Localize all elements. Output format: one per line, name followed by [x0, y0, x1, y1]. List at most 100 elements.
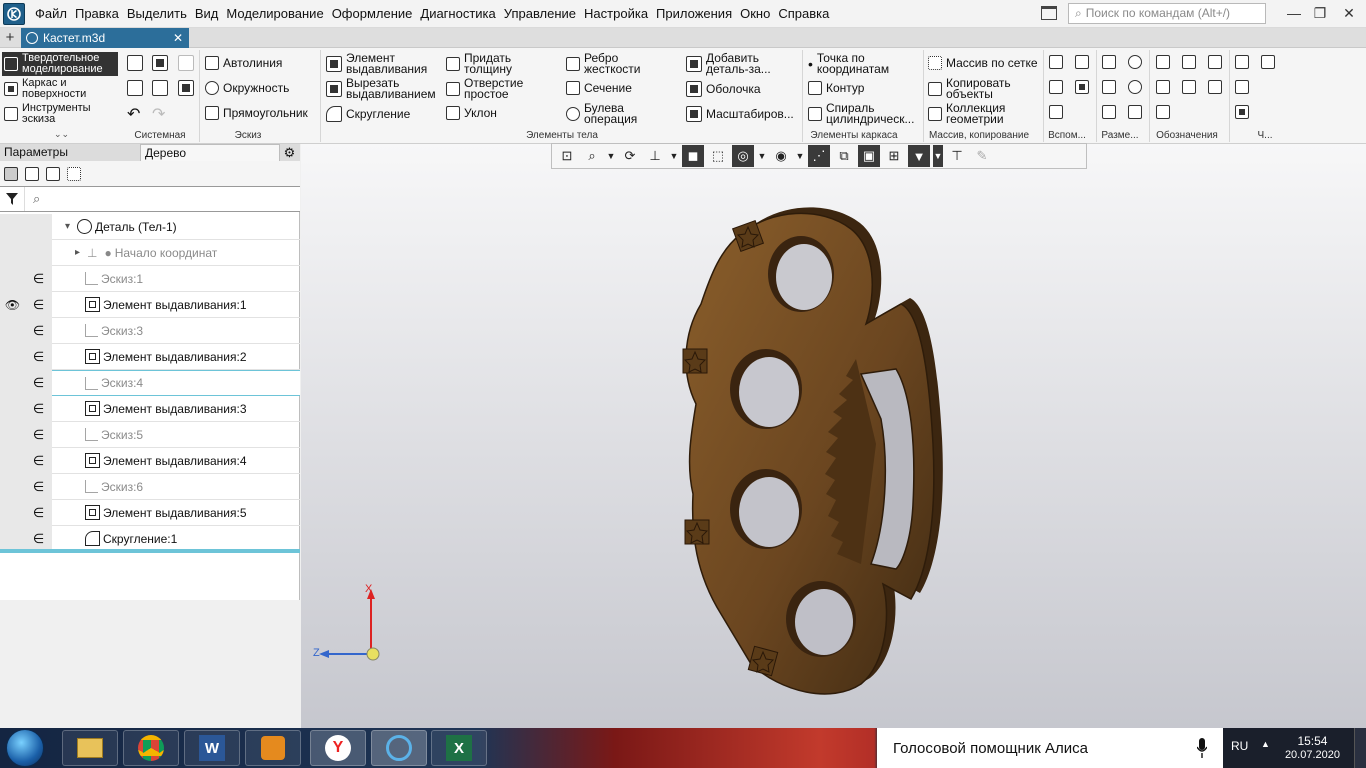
section-view-icon[interactable]: ⧉	[833, 145, 855, 167]
base-icon[interactable]	[1156, 80, 1170, 94]
measure-view-icon[interactable]: ⊤	[946, 145, 968, 167]
scale-button[interactable]: Масштабиров...	[686, 106, 794, 122]
tree-node[interactable]: ∈ Эскиз:3	[0, 317, 300, 344]
roughness-icon[interactable]	[1156, 55, 1170, 69]
menu-diagnostics[interactable]: Диагностика	[416, 0, 499, 28]
kompas-icon[interactable]	[371, 730, 427, 766]
relation-icon[interactable]: ∈	[25, 499, 52, 526]
line-icon[interactable]	[1049, 80, 1063, 94]
drawing-icon[interactable]	[1261, 55, 1275, 69]
tree-parts-icon[interactable]	[46, 166, 60, 181]
tree-search-input[interactable]: ⌕	[24, 187, 300, 211]
relation-icon[interactable]: ∈	[25, 447, 52, 474]
mode-surfaces[interactable]: Каркас и поверхности	[2, 77, 118, 101]
axis-icon[interactable]	[1075, 55, 1089, 69]
rotate-icon[interactable]: ⟳	[619, 145, 641, 167]
zoom-dropdown-chevron-icon[interactable]: ▼	[606, 145, 616, 167]
relation-icon[interactable]: ∈	[25, 343, 52, 370]
tree-node[interactable]: ∈ Эскиз:5	[0, 421, 300, 448]
rib-button[interactable]: Ребро жесткости	[566, 52, 650, 75]
boolean-button[interactable]: Булева операция	[566, 102, 650, 125]
relation-icon[interactable]: ∈	[25, 395, 52, 422]
media-player-icon[interactable]	[245, 730, 301, 766]
visibility-cell[interactable]	[0, 525, 25, 552]
menu-window[interactable]: Окно	[736, 0, 774, 28]
visibility-cell[interactable]	[0, 265, 25, 292]
visibility-cell[interactable]	[0, 317, 25, 344]
tree-select-icon[interactable]	[67, 166, 81, 181]
snap-icon[interactable]: ⋰	[808, 145, 830, 167]
start-button-icon[interactable]	[6, 729, 44, 767]
rectangle-button[interactable]: Прямоугольник	[205, 106, 308, 120]
relation-icon[interactable]: ∈	[25, 525, 52, 552]
voice-assistant-bar[interactable]: Голосовой помощник Алиса	[877, 728, 1223, 768]
menu-edit[interactable]: Правка	[71, 0, 123, 28]
relation-icon[interactable]: ∈	[25, 265, 52, 292]
contour-button[interactable]: Контур	[808, 81, 864, 95]
yandex-browser-icon[interactable]: Y	[310, 730, 366, 766]
marking-icon[interactable]	[1208, 80, 1222, 94]
menu-modeling[interactable]: Моделирование	[222, 0, 327, 28]
undo-icon[interactable]: ↶	[127, 104, 140, 124]
excel-icon[interactable]: X	[431, 730, 487, 766]
filter-dropdown-chevron-icon[interactable]: ▼	[933, 145, 943, 167]
save-all-icon[interactable]	[178, 80, 194, 96]
gear-icon[interactable]: ⚙	[281, 144, 298, 161]
measure-icon[interactable]	[1235, 55, 1249, 69]
weld-icon[interactable]	[1156, 105, 1170, 119]
check-icon[interactable]	[1235, 80, 1249, 94]
panel-toggle-icon[interactable]	[1041, 6, 1057, 20]
orientation-dropdown-chevron-icon[interactable]: ▼	[669, 145, 679, 167]
tree-node[interactable]: ▾ Деталь (Тел-1)	[0, 213, 300, 240]
document-tab[interactable]: Кастет.m3d ✕	[21, 28, 189, 48]
chrome-icon[interactable]	[123, 730, 179, 766]
tree-node[interactable]: ∈ Элемент выдавливания:3	[0, 395, 300, 422]
dimension-icon[interactable]	[1102, 55, 1116, 69]
mode-sketch-tools[interactable]: Инструменты эскиза	[2, 102, 118, 126]
visibility-dropdown-chevron-icon[interactable]: ▼	[795, 145, 805, 167]
relation-icon[interactable]: ∈	[25, 473, 52, 500]
filter-icon[interactable]	[0, 187, 24, 211]
filter-view-icon[interactable]: ▼	[908, 145, 930, 167]
linear-dim-icon[interactable]	[1102, 80, 1116, 94]
angle-dim-icon[interactable]	[1102, 105, 1116, 119]
relation-icon[interactable]: ∈	[25, 370, 52, 396]
menu-settings[interactable]: Настройка	[580, 0, 652, 28]
tree-node[interactable]: ∈ Эскиз:6	[0, 473, 300, 500]
mode-solid-modeling[interactable]: Твердотельное моделирование	[2, 52, 118, 76]
menu-manage[interactable]: Управление	[500, 0, 580, 28]
diameter-dim-icon[interactable]	[1128, 80, 1142, 94]
hide-icon[interactable]: ◎	[732, 145, 754, 167]
minimize-button[interactable]: —	[1283, 4, 1305, 22]
chevron-right-icon[interactable]: ▸	[75, 247, 80, 258]
3d-viewport[interactable]: X Z	[301, 144, 1366, 728]
tree-node[interactable]: 👁 ∈ Элемент выдавливания:1	[0, 291, 300, 318]
show-desktop-button[interactable]	[1354, 728, 1366, 768]
tree-node[interactable]: ∈ Эскиз:1	[0, 265, 300, 292]
visibility-cell[interactable]	[0, 421, 25, 448]
pencil-icon[interactable]: ✎	[971, 145, 993, 167]
word-icon[interactable]: W	[184, 730, 240, 766]
app-logo-icon[interactable]	[3, 2, 25, 25]
segment-icon[interactable]	[1049, 105, 1063, 119]
visibility-cell[interactable]	[0, 343, 25, 370]
close-tab-icon[interactable]: ✕	[173, 31, 183, 45]
props-icon[interactable]: ⊞	[883, 145, 905, 167]
chevron-down-icon[interactable]: ▾	[65, 221, 70, 232]
point-by-coords-button[interactable]: • Точка по координатам	[808, 52, 899, 75]
copy-objects-button[interactable]: Копировать объекты	[928, 77, 1018, 100]
visibility-cell[interactable]	[0, 499, 25, 526]
add-part-button[interactable]: Добавить деталь-за...	[686, 52, 792, 75]
tree-node[interactable]: ∈ Элемент выдавливания:4	[0, 447, 300, 474]
microphone-icon[interactable]	[1197, 738, 1207, 758]
print-icon[interactable]	[127, 80, 143, 96]
save-icon[interactable]	[178, 55, 194, 71]
point-aux-icon[interactable]	[1075, 80, 1089, 94]
tree-structure-icon[interactable]	[4, 166, 18, 181]
hide-dropdown-chevron-icon[interactable]: ▼	[757, 145, 767, 167]
tree-node[interactable]: ∈ Элемент выдавливания:2	[0, 343, 300, 370]
visibility-cell[interactable]	[0, 395, 25, 422]
relation-icon[interactable]: ∈	[25, 291, 52, 318]
shell-button[interactable]: Оболочка	[686, 81, 761, 97]
open-folder-icon[interactable]	[152, 55, 168, 71]
